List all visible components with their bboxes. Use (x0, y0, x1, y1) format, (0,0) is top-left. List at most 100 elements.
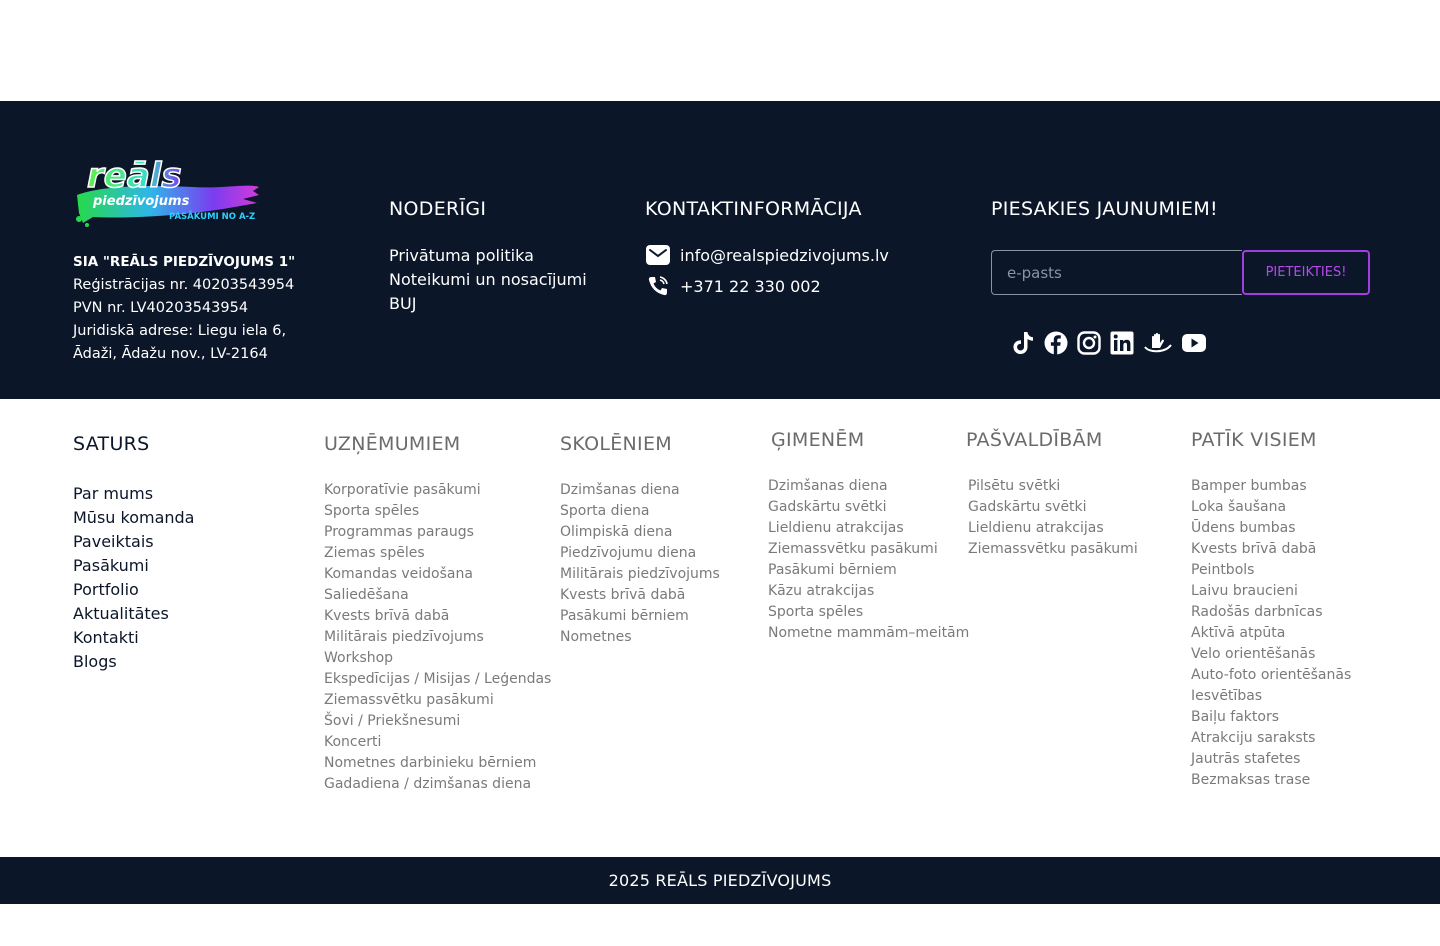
company-info: SIA "REĀLS PIEDZĪVOJUMS 1" Reģistrācijas… (73, 251, 295, 366)
nav-link[interactable]: Paveiktais (73, 530, 194, 554)
nav-link[interactable]: Koncerti (324, 732, 551, 753)
site-logo[interactable]: reāls piedzīvojums PASĀKUMI NO A-Z (73, 149, 263, 229)
nav-link[interactable]: Gadadiena / dzimšanas diena (324, 774, 551, 795)
youtube-icon[interactable] (1182, 331, 1206, 355)
copyright-text: 2025 REĀLS PIEDZĪVOJUMS (608, 871, 832, 890)
terms-link[interactable]: Noteikumi un nosacījumi (389, 268, 587, 292)
nav-link[interactable]: Olimpiskā diena (560, 522, 720, 543)
hands-icon[interactable] (1143, 331, 1173, 355)
nav-link[interactable]: Aktīvā atpūta (1191, 623, 1351, 644)
nav-link[interactable]: Militārais piedzīvojums (560, 564, 720, 585)
sitemap-col-municipalities: PAŠVALDĪBĀM Pilsētu svētki Gadskārtu svē… (966, 429, 1138, 560)
nav-link[interactable]: Atrakciju saraksts (1191, 728, 1351, 749)
nav-link[interactable]: Loka šaušana (1191, 497, 1351, 518)
social-links (1011, 331, 1206, 355)
nav-link[interactable]: Sporta diena (560, 501, 720, 522)
nav-link[interactable]: Kvests brīvā dabā (560, 585, 720, 606)
nav-link[interactable]: Sporta spēles (324, 501, 551, 522)
nav-link[interactable]: Bamper bumbas (1191, 476, 1351, 497)
nav-link[interactable]: Ziemassvētku pasākumi (968, 539, 1138, 560)
nav-link[interactable]: Portfolio (73, 578, 194, 602)
sitemap: SATURS Par mums Mūsu komanda Paveiktais … (0, 399, 1440, 857)
nav-link[interactable]: Workshop (324, 648, 551, 669)
company-address-line2: Ādaži, Ādažu nov., LV-2164 (73, 346, 268, 362)
linkedin-icon[interactable] (1110, 331, 1134, 355)
sitemap-list-students: Dzimšanas diena Sporta diena Olimpiskā d… (560, 480, 720, 648)
company-reg: Reģistrācijas nr. 40203543954 (73, 277, 295, 293)
tiktok-icon[interactable] (1011, 331, 1035, 355)
sitemap-col-companies: UZŅĒMUMIEM Korporatīvie pasākumi Sporta … (324, 433, 551, 795)
nav-link[interactable]: Mūsu komanda (73, 506, 194, 530)
nav-link[interactable]: Gadskārtu svētki (768, 497, 969, 518)
nav-link[interactable]: Militārais piedzīvojums (324, 627, 551, 648)
nav-link[interactable]: Dzimšanas diena (768, 476, 969, 497)
newsletter-form: PIETEIKTIES! (991, 250, 1370, 295)
nav-link[interactable]: Komandas veidošana (324, 564, 551, 585)
nav-link[interactable]: Par mums (73, 482, 194, 506)
phone-contact[interactable]: +371 22 330 002 (645, 273, 821, 299)
nav-link[interactable]: Lieldienu atrakcijas (768, 518, 969, 539)
phone-text[interactable]: +371 22 330 002 (680, 277, 821, 296)
nav-link[interactable]: Aktualitātes (73, 602, 194, 626)
nav-link[interactable]: Iesvētības (1191, 686, 1351, 707)
contacts-heading: KONTAKTINFORMĀCIJA (645, 198, 862, 220)
newsletter-heading: PIESAKIES JAUNUMIEM! (991, 198, 1218, 220)
nav-link[interactable]: Ziemassvētku pasākumi (324, 690, 551, 711)
nav-link[interactable]: Pasākumi bērniem (768, 560, 969, 581)
nav-link[interactable]: Bezmaksas trase (1191, 770, 1351, 791)
nav-link[interactable]: Nometnes (560, 627, 720, 648)
nav-link[interactable]: Ūdens bumbas (1191, 518, 1351, 539)
nav-link[interactable]: Šovi / Priekšnesumi (324, 711, 551, 732)
useful-links: Privātuma politika Noteikumi un nosacīju… (389, 244, 587, 316)
sitemap-col-everyone: PATĪK VISIEM Bamper bumbas Loka šaušana … (1191, 429, 1351, 791)
nav-link[interactable]: Nometnes darbinieku bērniem (324, 753, 551, 774)
nav-link[interactable]: Auto-foto orientēšanās (1191, 665, 1351, 686)
footer-top: reāls piedzīvojums PASĀKUMI NO A-Z SIA "… (0, 101, 1440, 399)
sitemap-list-companies: Korporatīvie pasākumi Sporta spēles Prog… (324, 480, 551, 795)
phone-icon (645, 273, 671, 299)
sitemap-title-everyone: PATĪK VISIEM (1191, 429, 1317, 451)
nav-link[interactable]: Baiļu faktors (1191, 707, 1351, 728)
nav-link[interactable]: Peintbols (1191, 560, 1351, 581)
sitemap-list-content: Par mums Mūsu komanda Paveiktais Pasākum… (73, 482, 194, 674)
nav-link[interactable]: Pasākumi (73, 554, 194, 578)
nav-link[interactable]: Blogs (73, 650, 194, 674)
faq-link[interactable]: BUJ (389, 292, 587, 316)
nav-link[interactable]: Ziemas spēles (324, 543, 551, 564)
newsletter-email-input[interactable] (991, 250, 1242, 295)
copyright-bar: 2025 REĀLS PIEDZĪVOJUMS (0, 857, 1440, 904)
nav-link[interactable]: Gadskārtu svētki (968, 497, 1138, 518)
nav-link[interactable]: Saliedēšana (324, 585, 551, 606)
nav-link[interactable]: Dzimšanas diena (560, 480, 720, 501)
sitemap-col-families: ĢIMENĒM Dzimšanas diena Gadskārtu svētki… (768, 429, 969, 644)
nav-link[interactable]: Kvests brīvā dabā (1191, 539, 1351, 560)
nav-link[interactable]: Piedzīvojumu diena (560, 543, 720, 564)
nav-link[interactable]: Programmas paraugs (324, 522, 551, 543)
nav-link[interactable]: Jautrās stafetes (1191, 749, 1351, 770)
nav-link[interactable]: Korporatīvie pasākumi (324, 480, 551, 501)
sitemap-title-companies: UZŅĒMUMIEM (324, 433, 461, 455)
instagram-icon[interactable] (1077, 331, 1101, 355)
nav-link[interactable]: Laivu braucieni (1191, 581, 1351, 602)
facebook-icon[interactable] (1044, 331, 1068, 355)
logo-main-text: reāls (87, 156, 182, 196)
nav-link[interactable]: Pilsētu svētki (968, 476, 1138, 497)
nav-link[interactable]: Kvests brīvā dabā (324, 606, 551, 627)
nav-link[interactable]: Velo orientēšanās (1191, 644, 1351, 665)
subscribe-button[interactable]: PIETEIKTIES! (1242, 250, 1370, 295)
nav-link[interactable]: Lieldienu atrakcijas (968, 518, 1138, 539)
nav-link[interactable]: Ekspedīcijas / Misijas / Leģendas (324, 669, 551, 690)
nav-link[interactable]: Pasākumi bērniem (560, 606, 720, 627)
sitemap-title-municipalities: PAŠVALDĪBĀM (966, 429, 1103, 451)
email-contact[interactable]: info@realspiedzivojums.lv (645, 242, 889, 268)
email-text[interactable]: info@realspiedzivojums.lv (680, 246, 889, 265)
nav-link[interactable]: Ziemassvētku pasākumi (768, 539, 969, 560)
company-vat: PVN nr. LV40203543954 (73, 300, 249, 316)
privacy-policy-link[interactable]: Privātuma politika (389, 244, 587, 268)
sitemap-col-content: SATURS Par mums Mūsu komanda Paveiktais … (73, 433, 194, 674)
nav-link[interactable]: Sporta spēles (768, 602, 969, 623)
nav-link[interactable]: Kontakti (73, 626, 194, 650)
nav-link[interactable]: Nometne mammām–meitām (768, 623, 969, 644)
nav-link[interactable]: Kāzu atrakcijas (768, 581, 969, 602)
nav-link[interactable]: Radošās darbnīcas (1191, 602, 1351, 623)
